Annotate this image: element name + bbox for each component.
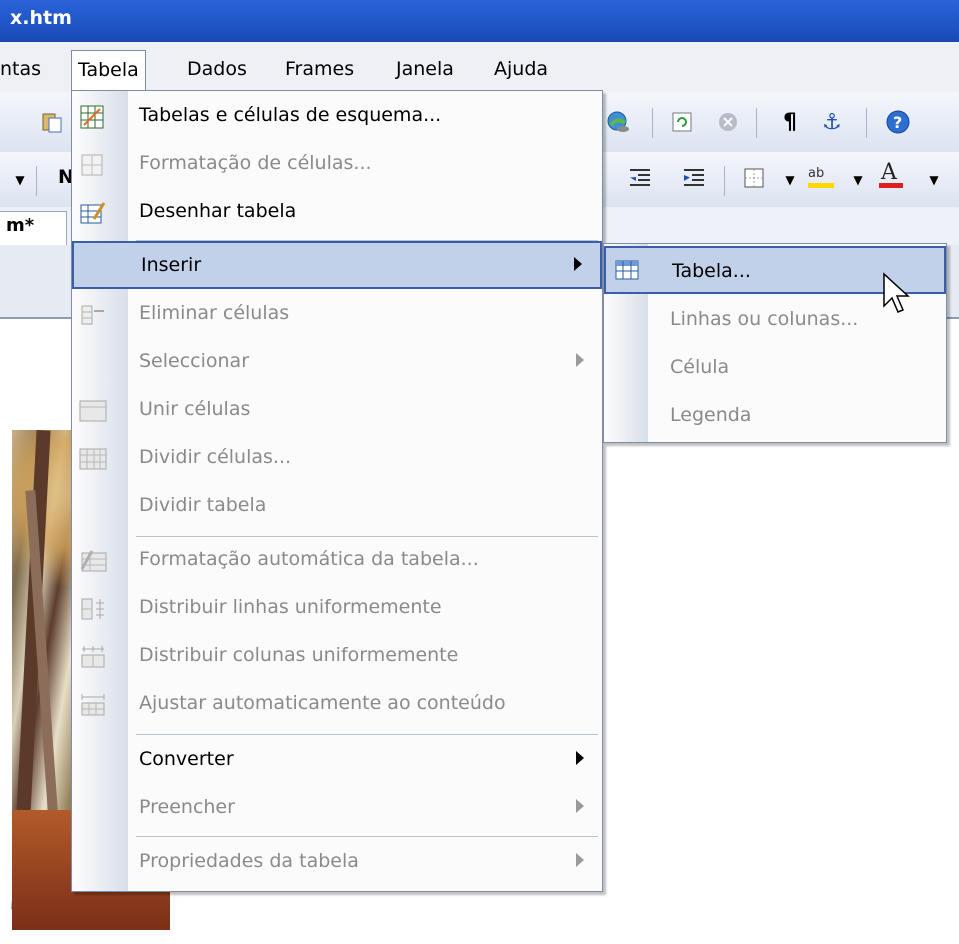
menu-item-tabelas-esquema[interactable]: Tabelas e células de esquema...: [72, 93, 602, 141]
menu-janela[interactable]: Janela: [396, 56, 454, 82]
chevron-down-icon[interactable]: ▼: [6, 166, 34, 194]
delete-cells-icon: [78, 301, 106, 329]
menu-item-ajustar-conteudo[interactable]: Ajustar automaticamente ao conteúdo: [72, 681, 602, 729]
stop-icon[interactable]: [714, 108, 742, 136]
menu-bar: ntas Tabela Dados Frames Janela Ajuda: [0, 42, 959, 93]
font-color-icon[interactable]: A: [876, 160, 904, 188]
draw-table-icon: [78, 199, 106, 227]
document-tab[interactable]: m*: [0, 211, 67, 246]
merge-cells-icon: [78, 397, 107, 425]
menu-item-converter[interactable]: Converter: [72, 737, 602, 785]
menu-frames[interactable]: Frames: [285, 56, 354, 82]
submenu-arrow-icon: [576, 853, 584, 867]
submenu-item-legenda[interactable]: Legenda: [604, 392, 946, 440]
menu-tabela[interactable]: Tabela: [71, 50, 146, 93]
autoformat-icon: [78, 547, 107, 575]
distribute-columns-icon: [78, 643, 106, 671]
menu-item-desenhar-tabela[interactable]: Desenhar tabela: [72, 189, 602, 237]
highlight-icon[interactable]: ab: [806, 162, 834, 190]
menu-item-inserir[interactable]: Inserir: [72, 241, 602, 289]
menu-ajuda[interactable]: Ajuda: [494, 56, 548, 82]
globe-link-icon[interactable]: [604, 108, 632, 136]
paste-icon[interactable]: [38, 108, 66, 136]
menu-dados[interactable]: Dados: [187, 56, 247, 82]
menu-item-distribuir-linhas[interactable]: Distribuir linhas uniformemente: [72, 585, 602, 633]
svg-text:A: A: [880, 160, 898, 185]
menu-item-propriedades-tabela[interactable]: Propriedades da tabela: [72, 839, 602, 887]
window-title: x.htm: [10, 7, 72, 29]
menu-item-preencher[interactable]: Preencher: [72, 785, 602, 833]
border-icon[interactable]: [740, 164, 768, 192]
menu-item-formatacao-automatica[interactable]: Formatação automática da tabela...: [72, 537, 602, 585]
svg-text:?: ?: [893, 113, 902, 132]
submenu-arrow-icon: [576, 353, 584, 367]
chevron-down-icon[interactable]: ▼: [844, 166, 872, 194]
menu-item-distribuir-colunas[interactable]: Distribuir colunas uniformemente: [72, 633, 602, 681]
menu-item-formatacao-celulas[interactable]: Formatação de células...: [72, 141, 602, 189]
mouse-pointer-icon: [882, 272, 912, 320]
paragraph-mark-icon[interactable]: ¶: [776, 108, 804, 136]
anchor-icon[interactable]: ⚓: [818, 108, 846, 136]
submenu-arrow-icon: [574, 257, 582, 271]
submenu-arrow-icon: [576, 799, 584, 813]
menu-ferramentas[interactable]: ntas: [0, 56, 41, 82]
menu-item-unir-celulas[interactable]: Unir células: [72, 387, 602, 435]
title-bar: x.htm: [0, 0, 959, 42]
menu-item-eliminar-celulas[interactable]: Eliminar células: [72, 291, 602, 339]
decrease-indent-icon[interactable]: [626, 164, 654, 192]
distribute-rows-icon: [78, 595, 106, 623]
layout-table-icon: [78, 103, 106, 131]
autofit-icon: [78, 691, 106, 719]
menu-item-seleccionar[interactable]: Seleccionar: [72, 339, 602, 387]
menu-item-dividir-celulas[interactable]: Dividir células...: [72, 435, 602, 483]
chevron-down-icon[interactable]: ▼: [776, 166, 804, 194]
help-icon[interactable]: ?: [884, 108, 912, 136]
cell-format-icon: [78, 151, 106, 179]
svg-text:ab: ab: [808, 166, 824, 181]
tabela-menu: Tabelas e células de esquema... Formataç…: [71, 90, 603, 892]
insert-table-icon: [614, 258, 640, 286]
menu-item-dividir-tabela[interactable]: Dividir tabela: [72, 483, 602, 531]
refresh-icon[interactable]: [668, 108, 696, 136]
submenu-arrow-icon: [576, 751, 584, 765]
chevron-down-icon[interactable]: ▼: [920, 166, 948, 194]
split-cells-icon: [78, 445, 107, 473]
submenu-item-celula[interactable]: Célula: [604, 344, 946, 392]
increase-indent-icon[interactable]: [680, 164, 708, 192]
